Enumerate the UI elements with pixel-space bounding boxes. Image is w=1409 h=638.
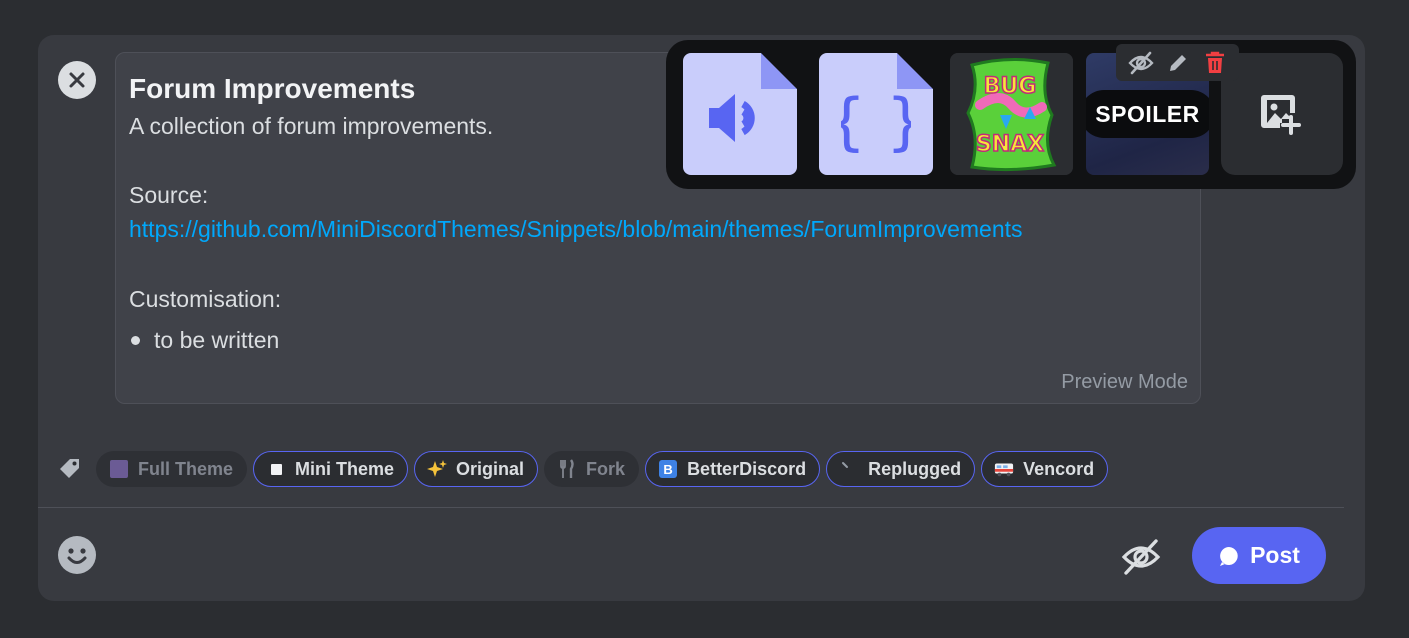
- add-attachment-button[interactable]: [1221, 53, 1343, 175]
- edit-attachment-button[interactable]: [1163, 48, 1193, 78]
- post-description: A collection of forum improvements.: [129, 113, 494, 139]
- chat-bubble-icon: [1220, 546, 1238, 566]
- tag-label: Replugged: [868, 458, 962, 479]
- tag-label: Fork: [586, 458, 626, 479]
- tag-fork[interactable]: Fork: [544, 451, 640, 487]
- close-icon: [69, 72, 85, 88]
- spoiler-label: SPOILER: [1086, 90, 1209, 138]
- post-button[interactable]: Post: [1192, 527, 1326, 584]
- betterdiscord-logo-icon: B: [658, 459, 678, 479]
- fork-and-knife-icon: [557, 459, 577, 479]
- tag-mini-theme[interactable]: Mini Theme: [253, 451, 409, 487]
- tag-vencord[interactable]: Vencord: [981, 451, 1109, 487]
- emoji-button[interactable]: [58, 536, 96, 574]
- remove-attachment-button[interactable]: [1200, 48, 1230, 78]
- source-label: Source:: [129, 182, 209, 208]
- attachments-bar: { } BUG SNAX SPOILER: [666, 40, 1356, 189]
- attachment-image-bugsnax[interactable]: BUG SNAX: [950, 53, 1073, 175]
- purple-square-icon: [109, 459, 129, 479]
- white-square-icon: [266, 459, 286, 479]
- tag-full-theme[interactable]: Full Theme: [96, 451, 248, 487]
- attachment-audio-file[interactable]: [683, 53, 797, 175]
- tag-icon: [58, 457, 82, 481]
- tag-betterdiscord[interactable]: B BetterDiscord: [645, 451, 821, 487]
- audio-file-icon: [709, 94, 755, 142]
- attachment-code-file[interactable]: { }: [819, 53, 933, 175]
- page-fold: [761, 53, 797, 89]
- bugsnax-image: BUG SNAX: [950, 53, 1073, 175]
- tag-selector: Full Theme Mini Theme Original Fork B Be…: [58, 450, 1114, 488]
- pencil-icon: [1169, 54, 1186, 71]
- sparkles-icon: [427, 459, 448, 479]
- hide-embeds-button[interactable]: [1120, 536, 1162, 578]
- post-label: Post: [1250, 542, 1300, 568]
- tag-label: BetterDiscord: [687, 458, 807, 479]
- bullet-dot: [131, 336, 140, 345]
- tag-label: Vencord: [1023, 458, 1095, 479]
- list-item: to be written: [154, 327, 280, 353]
- tag-replugged[interactable]: Replugged: [826, 451, 976, 487]
- post-title: Forum Improvements: [129, 73, 416, 104]
- divider: [38, 507, 1344, 508]
- customisation-label: Customisation:: [129, 286, 282, 312]
- eye-slash-icon: [1121, 539, 1161, 575]
- toggle-spoiler-button[interactable]: [1126, 48, 1156, 78]
- preview-mode-label: Preview Mode: [1061, 371, 1188, 393]
- svg-text:{ }: { }: [841, 85, 911, 158]
- svg-text:SNAX: SNAX: [976, 132, 1044, 157]
- eye-slash-icon: [1127, 51, 1154, 74]
- close-button[interactable]: [58, 61, 96, 99]
- tag-label: Original: [456, 458, 525, 479]
- tag-original[interactable]: Original: [414, 451, 539, 487]
- trash-icon: [1205, 51, 1224, 73]
- svg-text:BUG: BUG: [984, 74, 1037, 99]
- add-image-icon: [1261, 95, 1301, 135]
- tag-label: Full Theme: [138, 458, 234, 479]
- replugged-logo-icon: [839, 459, 859, 479]
- attachment-toolbar: [1116, 44, 1239, 81]
- source-link[interactable]: https://github.com/MiniDiscordThemes/Sni…: [129, 216, 1023, 243]
- smiley-icon: [67, 548, 87, 564]
- code-file-icon: { }: [841, 85, 911, 158]
- vencord-bus-icon: [994, 459, 1014, 479]
- tag-label: Mini Theme: [295, 458, 395, 479]
